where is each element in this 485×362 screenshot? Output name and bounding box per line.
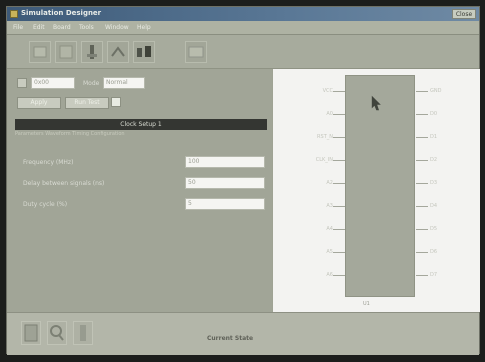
meter-icon	[188, 46, 204, 58]
status-bar: Current State	[7, 312, 479, 355]
chip-pin-line	[416, 91, 428, 92]
section-header: Clock Setup 1	[15, 119, 267, 130]
chip-pin-label: A4	[326, 226, 333, 232]
open-button[interactable]	[29, 41, 51, 63]
delay-input[interactable]: 50	[185, 177, 265, 189]
chip-pin-line	[416, 137, 428, 138]
app-window: Simulation Designer Close File Edit Boar…	[6, 6, 480, 355]
chip-pin-line	[416, 183, 428, 184]
chip-pin-label: RST_N	[317, 134, 333, 140]
menu-window[interactable]: Window	[105, 24, 129, 31]
run-checkbox[interactable]	[111, 97, 121, 107]
apply-button[interactable]: Apply	[17, 97, 61, 109]
zoom-icon	[50, 325, 64, 341]
chip-pin-label: D7	[430, 272, 438, 278]
save-icon	[59, 45, 73, 59]
chip-pin-line	[416, 114, 428, 115]
chip-pin-label: D2	[430, 157, 438, 163]
frequency-input[interactable]: 100	[185, 156, 265, 168]
chip-pin-line	[333, 229, 345, 230]
mode-select[interactable]: Normal	[103, 77, 145, 89]
pin-tool-icon	[80, 325, 86, 341]
menu-help[interactable]: Help	[137, 24, 151, 31]
save-button[interactable]	[55, 41, 77, 63]
chip-pin-line	[333, 183, 345, 184]
properties-panel: 0x00 Mode Normal Apply Run Test Clock Se…	[7, 69, 272, 312]
chip-pin-label: D3	[430, 180, 438, 186]
enable-checkbox[interactable]	[17, 78, 27, 88]
chip-pin-line	[416, 206, 428, 207]
chip-pin-label: CLK_IN	[315, 157, 333, 163]
menu-file[interactable]: File	[13, 24, 23, 31]
chip-pin-label: GND	[430, 88, 442, 94]
chip-pin-line	[333, 160, 345, 161]
chip-pin-label: A0	[326, 111, 333, 117]
chip-pin-label: D1	[430, 134, 438, 140]
chip-pin-label: D0	[430, 111, 438, 117]
mode-label: Mode	[83, 80, 100, 87]
duty-input[interactable]: 5	[185, 198, 265, 210]
window-title: Simulation Designer	[21, 9, 102, 17]
port-field[interactable]: 0x00	[31, 77, 75, 89]
zoom-button[interactable]	[47, 321, 67, 345]
run-test-button[interactable]: Run Test	[65, 97, 109, 109]
chip-pin-line	[416, 160, 428, 161]
title-bar: Simulation Designer Close	[7, 7, 479, 21]
report-icon	[24, 324, 38, 342]
menu-tools[interactable]: Tools	[79, 24, 94, 31]
cursor-icon	[371, 95, 381, 111]
meter-button[interactable]	[185, 41, 207, 63]
probe-button[interactable]	[81, 41, 103, 63]
chip-pin-line	[333, 206, 345, 207]
probe-tool-button[interactable]	[73, 321, 93, 345]
waveform-button[interactable]	[133, 41, 155, 63]
chip-pin-label: D4	[430, 203, 438, 209]
chip-pin-line	[416, 229, 428, 230]
schematic-view: VCC A0 RST_N CLK_IN A2 A3 A4 A5 A6 GND D0 D1 D2 D3 D4…	[273, 69, 480, 312]
menu-edit[interactable]: Edit	[33, 24, 45, 31]
menu-board[interactable]: Board	[53, 24, 71, 31]
open-icon	[33, 46, 47, 58]
section-tabs: Parameters Waveform Timing Configuration	[15, 131, 125, 137]
chip-pin-label: A5	[326, 249, 333, 255]
menu-bar: File Edit Board Tools Window Help	[7, 21, 479, 35]
chip-pin-label: A6	[326, 272, 333, 278]
chip-button[interactable]	[107, 41, 129, 63]
chip-pin-label: A3	[326, 203, 333, 209]
chip-pin-line	[333, 137, 345, 138]
chip-pin-label: D6	[430, 249, 438, 255]
toolbar	[7, 35, 479, 69]
status-text: Current State	[207, 335, 254, 342]
chip-name: U1	[363, 301, 370, 307]
close-button[interactable]: Close	[452, 9, 476, 19]
field-label-duty: Duty cycle (%)	[23, 201, 68, 208]
field-label-delay: Delay between signals (ns)	[23, 180, 105, 187]
probe-icon	[87, 45, 97, 59]
chip-pin-line	[416, 275, 428, 276]
chip-pin-line	[333, 252, 345, 253]
app-icon	[10, 10, 18, 18]
chip-pin-label: D5	[430, 226, 438, 232]
waveform-icon	[137, 46, 151, 57]
chip-body[interactable]	[345, 75, 415, 297]
chip-pin-line	[333, 275, 345, 276]
chip-pin-label: A2	[326, 180, 333, 186]
chip-pin-line	[416, 252, 428, 253]
chip-pin-line	[333, 91, 345, 92]
field-label-frequency: Frequency (MHz)	[23, 159, 74, 166]
report-button[interactable]	[21, 321, 41, 345]
chip-pin-label: VCC	[322, 88, 333, 94]
chip-icon	[111, 46, 125, 57]
chip-pin-line	[333, 114, 345, 115]
